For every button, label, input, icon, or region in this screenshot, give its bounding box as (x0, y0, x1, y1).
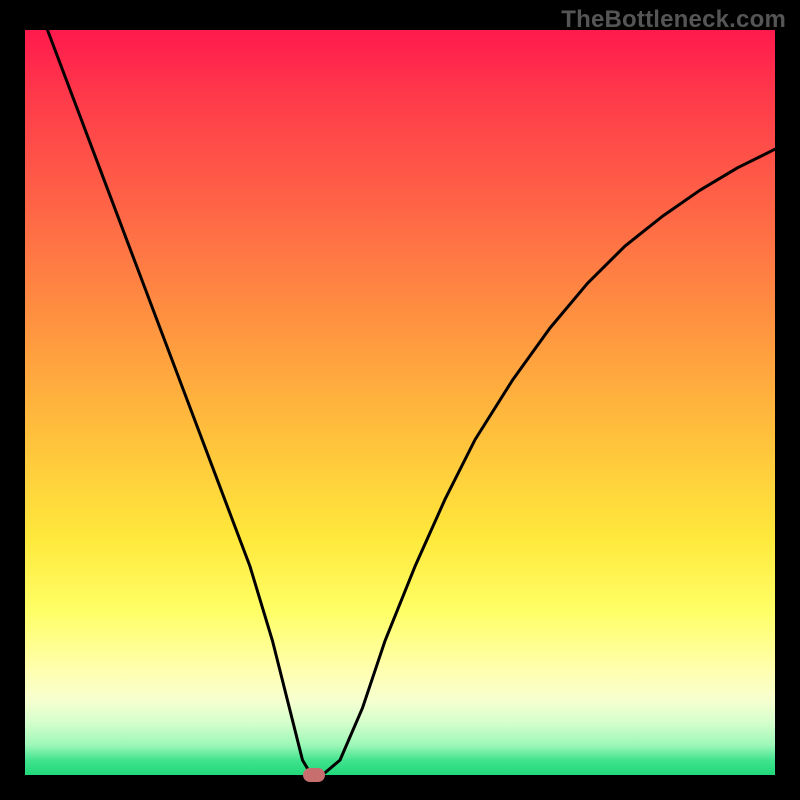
plot-area (25, 30, 775, 775)
chart-frame: TheBottleneck.com (0, 0, 800, 800)
bottleneck-curve (25, 30, 775, 775)
watermark-text: TheBottleneck.com (561, 6, 786, 34)
minimum-marker (303, 768, 325, 782)
